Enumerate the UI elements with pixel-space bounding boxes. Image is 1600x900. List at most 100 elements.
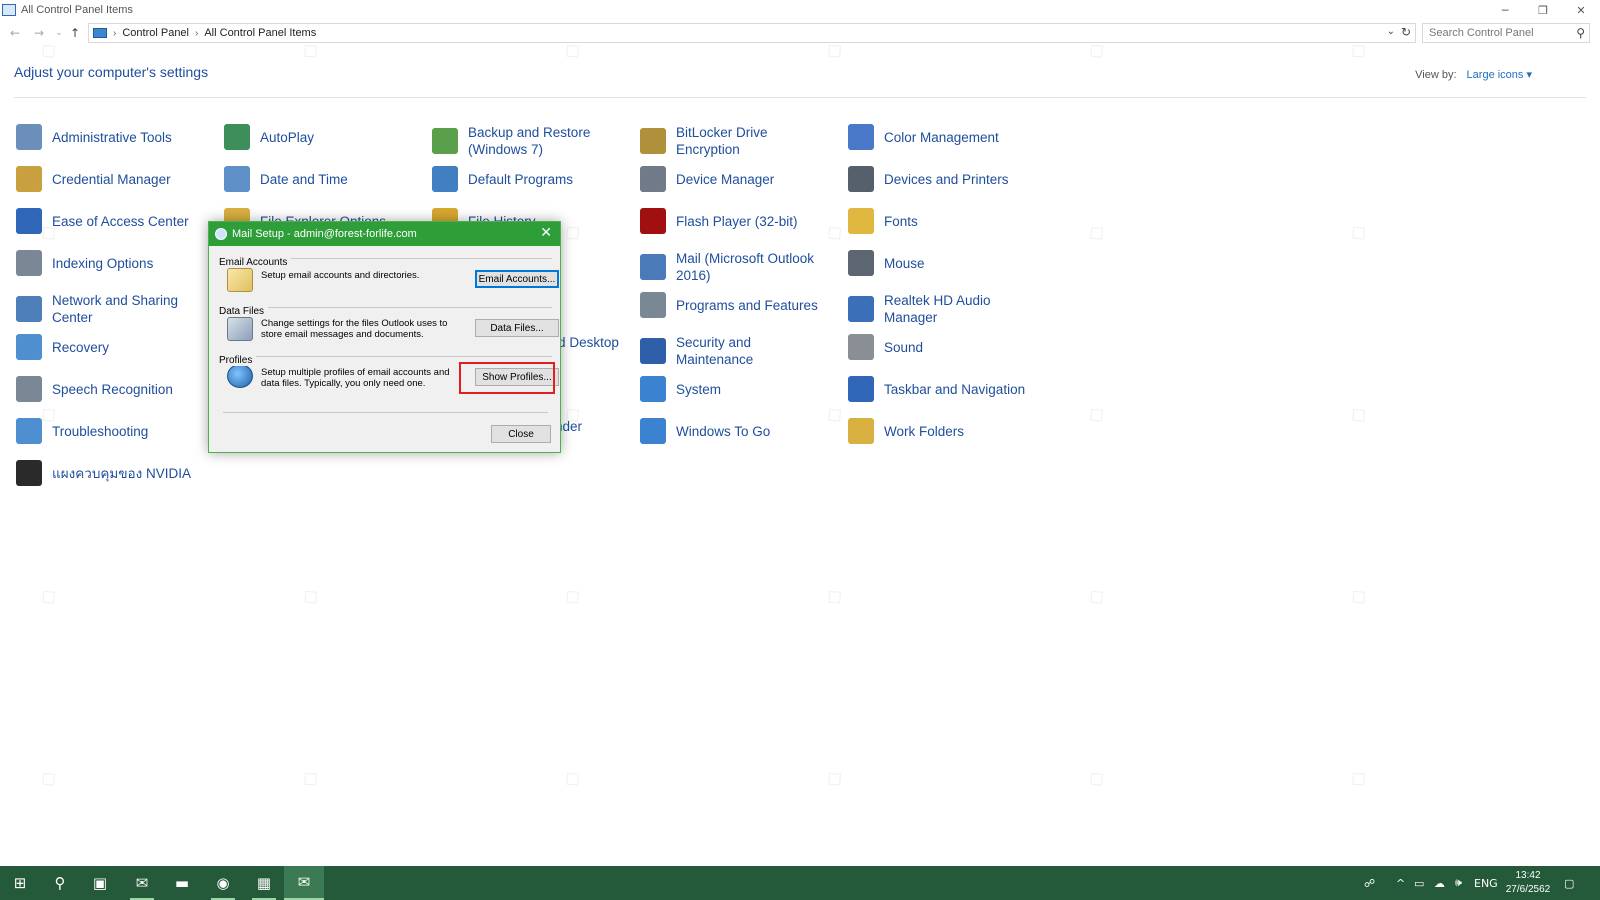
watermark-logo: ◇ <box>557 581 587 612</box>
control-panel-item[interactable]: System <box>640 376 830 402</box>
file-explorer-icon[interactable]: ▬ <box>162 866 202 900</box>
control-panel-item[interactable]: Ease of Access Center <box>16 208 216 234</box>
breadcrumb-control-panel[interactable]: Control Panel <box>122 27 189 39</box>
control-panel-app-icon <box>2 4 16 16</box>
data-files-icon <box>227 317 253 341</box>
minimize-button[interactable]: ─ <box>1486 0 1524 20</box>
control-panel-item[interactable]: Windows To Go <box>640 418 830 444</box>
address-row: ← → ⌄ ↑ › Control Panel › All Control Pa… <box>0 22 1600 44</box>
control-panel-item[interactable]: Mail (Microsoft Outlook 2016) <box>640 250 830 284</box>
watermark-logo: ◇ <box>1081 763 1111 794</box>
input-language[interactable]: ENG <box>1474 866 1498 900</box>
network-icon[interactable]: ▭ <box>1414 866 1424 900</box>
watermark-logo: ◇ <box>1343 217 1373 248</box>
view-by-dropdown[interactable]: Large icons ▾ <box>1467 69 1532 81</box>
onedrive-icon[interactable]: ☁ <box>1434 866 1445 900</box>
email-accounts-button[interactable]: Email Accounts... <box>475 270 559 288</box>
control-panel-item[interactable]: Network and Sharing Center <box>16 292 216 326</box>
item-label: Security and Maintenance <box>676 335 754 367</box>
control-panel-item[interactable]: Devices and Printers <box>848 166 1038 192</box>
control-panel-item[interactable]: Realtek HD Audio Manager <box>848 292 1038 326</box>
item-label: Flash Player (32-bit) <box>676 213 798 229</box>
search-icon[interactable]: ⚲ <box>1576 26 1585 40</box>
item-label: Windows To Go <box>676 423 771 439</box>
group-line <box>219 307 552 308</box>
forward-arrow-icon[interactable]: → <box>30 24 48 42</box>
close-button[interactable]: ✕ <box>1562 0 1600 20</box>
bitlocker-icon <box>640 128 666 154</box>
windows-to-go-icon <box>640 418 666 444</box>
control-panel-item[interactable]: Security and Maintenance <box>640 334 830 368</box>
control-panel-item[interactable]: Work Folders <box>848 418 1038 444</box>
indexing-options-icon <box>16 250 42 276</box>
default-programs-icon <box>432 166 458 192</box>
outlook-icon[interactable]: ✉ <box>122 866 162 900</box>
control-panel-item[interactable]: Programs and Features <box>640 292 830 318</box>
item-label: Device Manager <box>676 171 775 187</box>
show-hidden-icons-icon[interactable]: ^ <box>1396 866 1405 900</box>
dialog-close-button[interactable]: Close <box>491 425 551 443</box>
control-panel-item[interactable]: Color Management <box>848 124 1038 150</box>
back-arrow-icon[interactable]: ← <box>6 24 24 42</box>
control-panel-item[interactable]: Indexing Options <box>16 250 216 276</box>
control-panel-item[interactable]: Device Manager <box>640 166 830 192</box>
up-arrow-icon[interactable]: ↑ <box>66 24 84 42</box>
notifications-icon[interactable]: ▢ <box>1564 866 1574 900</box>
clock-time: 13:42 <box>1515 870 1541 881</box>
address-dropdown-icon[interactable]: ⌄ <box>1387 26 1395 37</box>
mail-setup-icon <box>215 228 227 240</box>
control-panel-item[interactable]: Troubleshooting <box>16 418 216 444</box>
mail-setup-taskbar-icon[interactable]: ✉ <box>284 866 324 900</box>
highlight-box <box>459 362 555 394</box>
control-panel-item[interactable]: BitLocker Drive Encryption <box>640 124 830 158</box>
control-panel-item[interactable]: Taskbar and Navigation <box>848 376 1038 402</box>
control-panel-item[interactable]: Administrative Tools <box>16 124 216 150</box>
group-label: Email Accounts <box>219 257 292 268</box>
volume-icon[interactable]: 🕪 <box>1455 866 1462 900</box>
control-panel-item[interactable]: Backup and Restore (Windows 7) <box>432 124 622 158</box>
control-panel-item[interactable]: Fonts <box>848 208 1038 234</box>
clock-date: 27/6/2562 <box>1505 884 1551 895</box>
network-icon <box>16 296 42 322</box>
group-description: Setup multiple profiles of email account… <box>261 367 450 389</box>
control-panel-item[interactable]: Credential Manager <box>16 166 216 192</box>
dialog-close-icon[interactable]: ✕ <box>540 225 552 241</box>
restore-button[interactable]: ❐ <box>1524 0 1562 20</box>
sound-icon <box>848 334 874 360</box>
chrome-icon[interactable]: ◉ <box>203 866 243 900</box>
group-description: Change settings for the files Outlook us… <box>261 318 448 340</box>
clock[interactable]: 13:42 27/6/2562 <box>1500 869 1556 897</box>
control-panel-item[interactable]: Default Programs <box>432 166 622 192</box>
refresh-icon[interactable]: ↻ <box>1401 25 1411 39</box>
data-files-button[interactable]: Data Files... <box>475 319 559 337</box>
search-input[interactable]: Search Control Panel ⚲ <box>1422 23 1590 43</box>
control-panel-icon[interactable]: ▦ <box>244 866 284 900</box>
control-panel-item[interactable]: Sound <box>848 334 1038 360</box>
item-label: Mail (Microsoft Outlook 2016) <box>676 251 815 283</box>
control-panel-item[interactable]: Recovery <box>16 334 216 360</box>
watermark-logo: ◇ <box>557 763 587 794</box>
search-icon[interactable]: ⚲ <box>40 866 80 900</box>
date-time-icon <box>224 166 250 192</box>
control-panel-item[interactable]: Flash Player (32-bit) <box>640 208 830 234</box>
people-icon[interactable]: ☍ <box>1364 866 1375 900</box>
system-icon <box>640 376 666 402</box>
data-files-group: Data Files Change settings for the files… <box>219 301 559 341</box>
item-label: Default Programs <box>468 171 574 187</box>
control-panel-item[interactable]: แผงควบคุมของ NVIDIA <box>16 460 216 486</box>
task-view-icon[interactable]: ▣ <box>80 866 120 900</box>
breadcrumb-separator: › <box>113 27 117 39</box>
breadcrumb-all-items[interactable]: All Control Panel Items <box>204 27 316 39</box>
start-icon[interactable]: ⊞ <box>0 866 40 900</box>
title-bar: All Control Panel Items ─ ❐ ✕ <box>0 0 1600 20</box>
control-panel-item[interactable]: AutoPlay <box>224 124 414 150</box>
address-bar[interactable]: › Control Panel › All Control Panel Item… <box>88 23 1416 43</box>
item-label: Indexing Options <box>52 255 154 271</box>
security-maintenance-icon <box>640 338 666 364</box>
control-panel-item[interactable]: Date and Time <box>224 166 414 192</box>
item-label: Network and Sharing Center <box>52 293 179 325</box>
control-panel-item[interactable]: Speech Recognition <box>16 376 216 402</box>
profiles-icon <box>227 364 253 388</box>
control-panel-item[interactable]: Mouse <box>848 250 1038 276</box>
item-label: Date and Time <box>260 171 348 187</box>
